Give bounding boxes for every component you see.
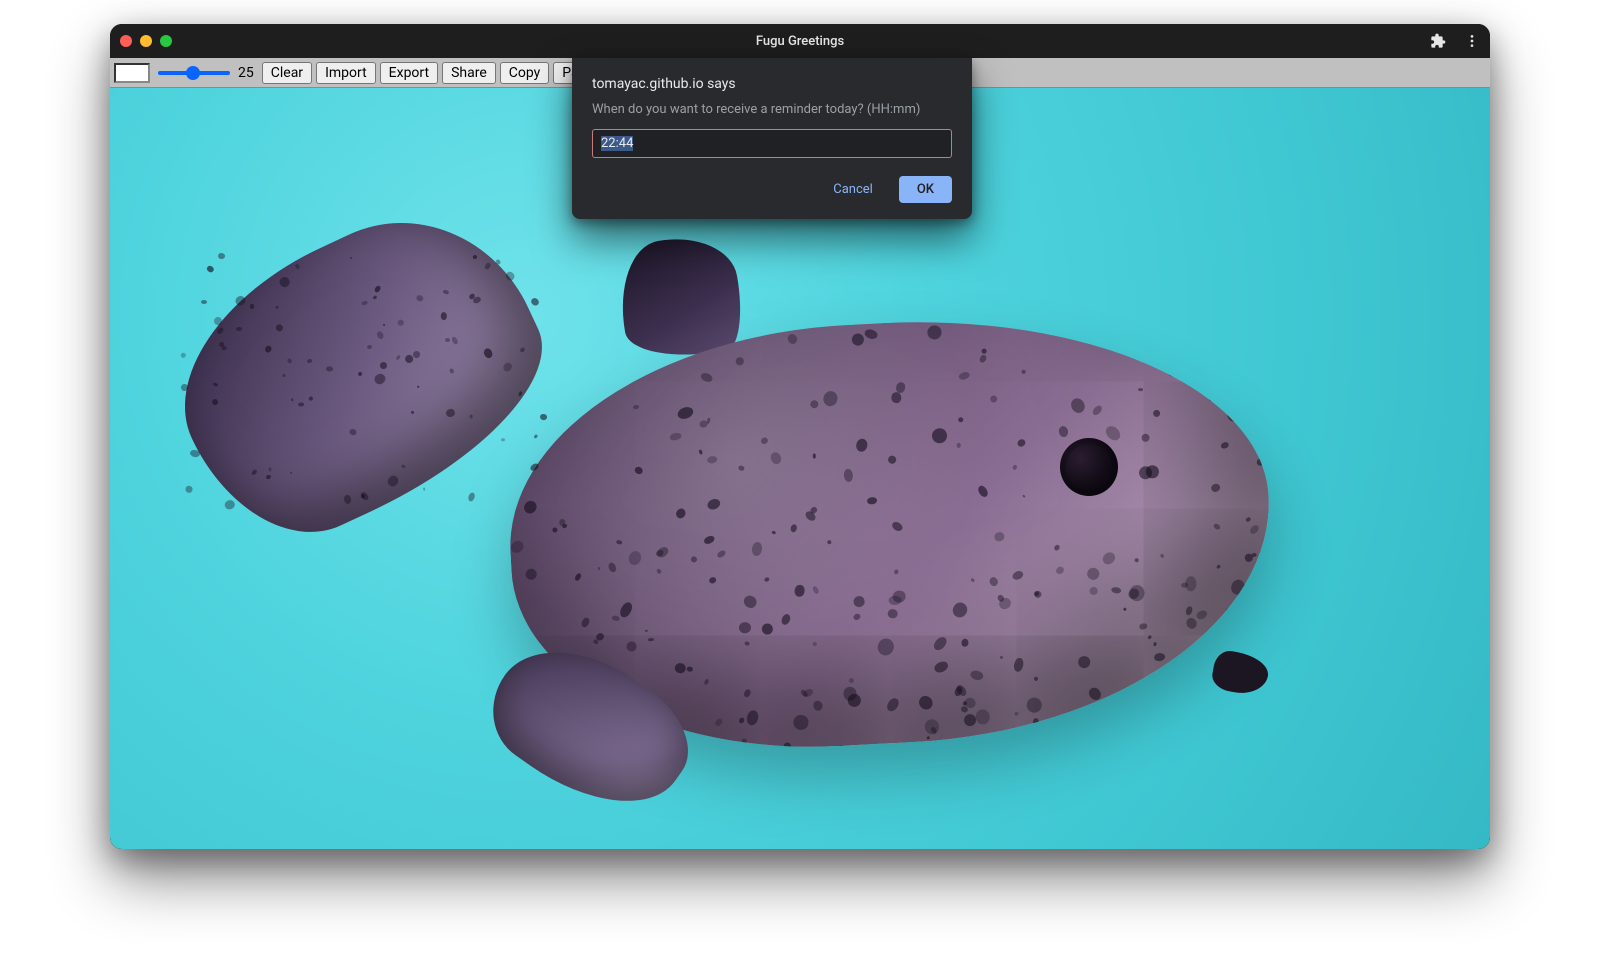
prompt-origin: tomayac.github.io says — [592, 76, 952, 92]
share-button[interactable]: Share — [442, 62, 496, 84]
window-title: Fugu Greetings — [756, 34, 844, 49]
import-button[interactable]: Import — [316, 62, 376, 84]
fugu-image — [190, 203, 1340, 823]
prompt-dialog: tomayac.github.io says When do you want … — [572, 58, 972, 219]
extensions-icon[interactable] — [1430, 33, 1446, 49]
close-window-button[interactable] — [120, 35, 132, 47]
copy-button[interactable]: Copy — [500, 62, 550, 84]
titlebar: Fugu Greetings — [110, 24, 1490, 58]
window-controls — [120, 35, 172, 47]
minimize-window-button[interactable] — [140, 35, 152, 47]
maximize-window-button[interactable] — [160, 35, 172, 47]
export-button[interactable]: Export — [380, 62, 438, 84]
brush-size-value: 25 — [238, 65, 258, 81]
prompt-cancel-button[interactable]: Cancel — [815, 176, 891, 203]
kebab-menu-icon[interactable] — [1464, 33, 1480, 49]
brush-size-slider[interactable] — [158, 71, 230, 75]
color-picker[interactable] — [114, 63, 150, 83]
clear-button[interactable]: Clear — [262, 62, 312, 84]
prompt-message: When do you want to receive a reminder t… — [592, 102, 952, 117]
app-window: Fugu Greetings 25 Clear Import Export Sh… — [110, 24, 1490, 849]
prompt-ok-button[interactable]: OK — [899, 176, 952, 203]
prompt-input[interactable] — [601, 136, 943, 151]
